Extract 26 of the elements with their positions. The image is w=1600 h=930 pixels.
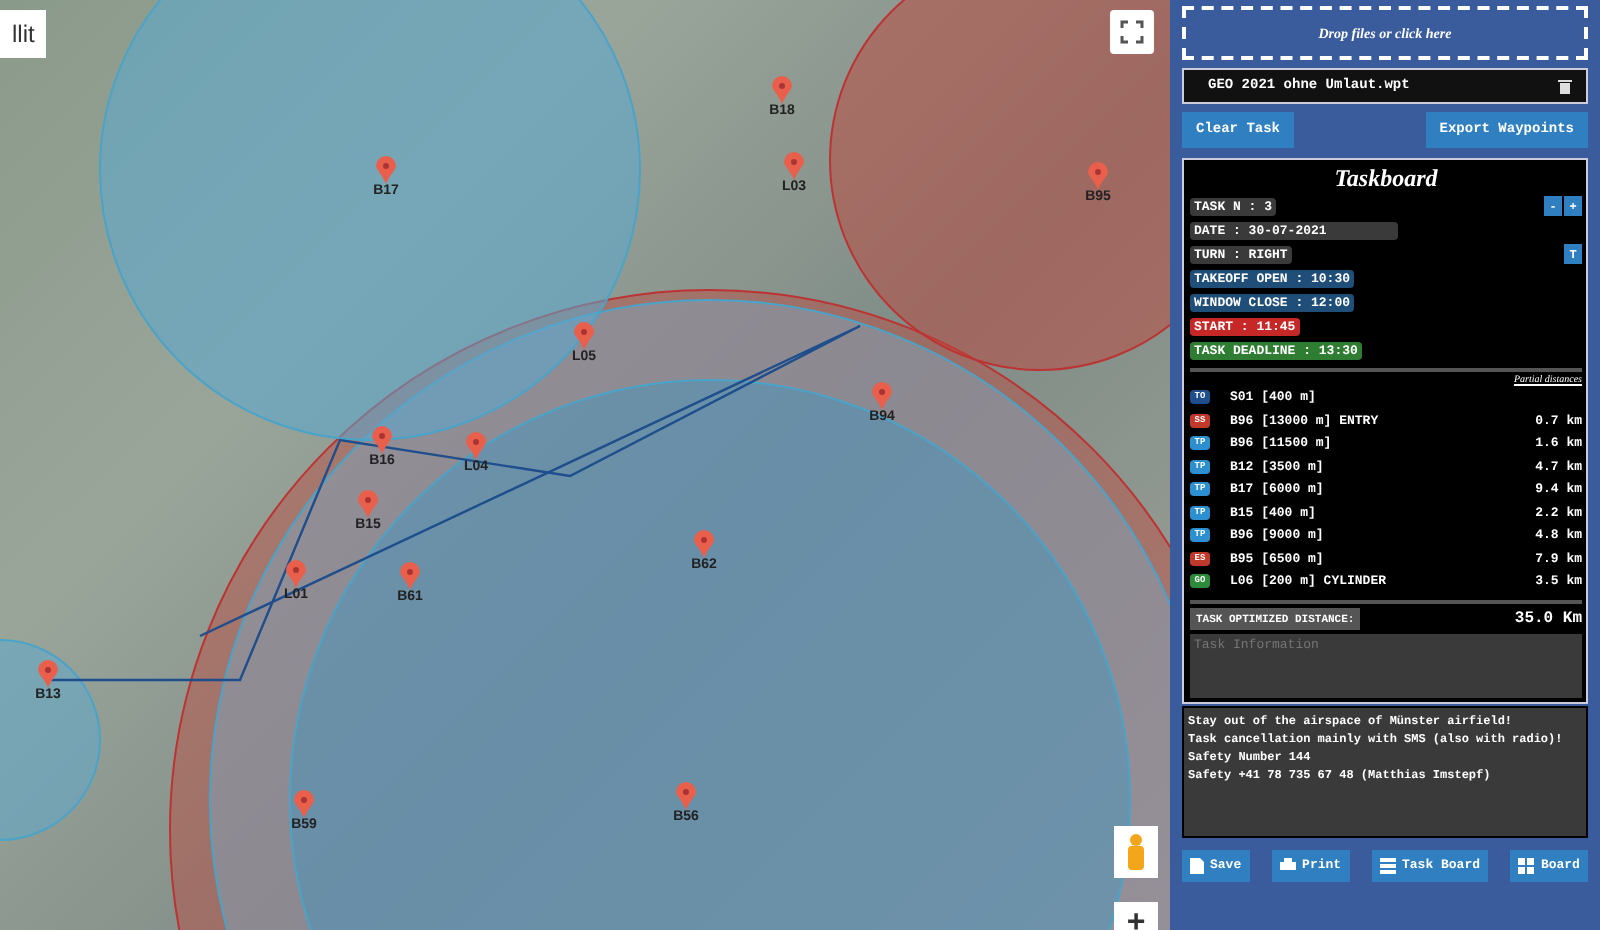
waypoint-pin-icon[interactable] (784, 152, 804, 180)
waypoint-pin-icon[interactable] (694, 530, 714, 558)
map-type-button[interactable]: llit (0, 10, 47, 58)
waypoint-pin-icon[interactable] (38, 660, 58, 688)
waypoint-pin-icon[interactable] (676, 782, 696, 810)
waypoint-pin-icon[interactable] (872, 382, 892, 410)
zoom-in-button[interactable]: + (1114, 902, 1158, 930)
waypoint-pin-icon[interactable] (574, 322, 594, 350)
waypoint-pin-icon[interactable] (286, 560, 306, 588)
waypoint-pin-icon[interactable] (772, 76, 792, 104)
waypoint-pin-icon[interactable] (466, 432, 486, 460)
fullscreen-icon[interactable] (1110, 10, 1154, 54)
trash-icon[interactable] (1558, 78, 1572, 94)
waypoint-pin-icon[interactable] (400, 562, 420, 590)
waypoint-pin-icon[interactable] (294, 790, 314, 818)
waypoint-pin-icon[interactable] (358, 490, 378, 518)
list-icon (1380, 857, 1396, 873)
document-icon (1190, 857, 1204, 873)
printer-icon (1280, 858, 1297, 872)
taskboard-title: Taskboard (1332, 164, 1440, 194)
person-icon[interactable] (1114, 826, 1158, 878)
optimized-distance-value: 35.0 Km (1514, 609, 1582, 627)
waypoint-pin-icon[interactable] (372, 426, 392, 454)
waypoint-pin-icon[interactable] (376, 156, 396, 184)
waypoint-pin-icon[interactable] (1088, 162, 1108, 190)
grid-icon (1518, 857, 1535, 873)
